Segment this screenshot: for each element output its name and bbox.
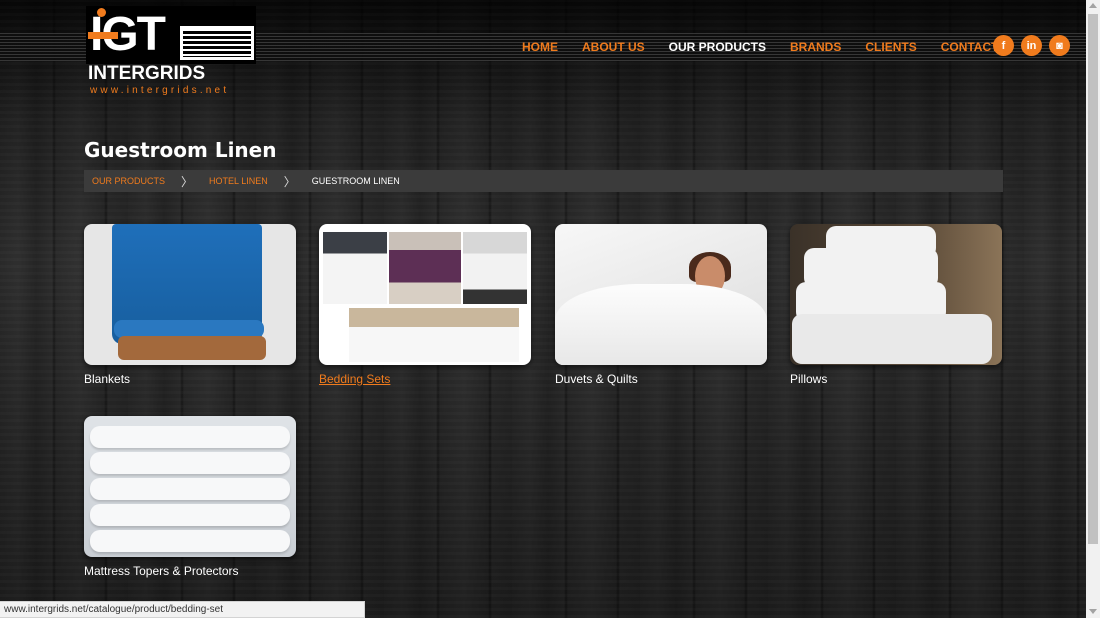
- product-label-pillows[interactable]: Pillows: [790, 372, 1002, 386]
- chevron-right-icon: 〉: [283, 174, 296, 189]
- nav-home[interactable]: HOME: [522, 40, 558, 54]
- scroll-up-icon[interactable]: [1089, 3, 1097, 8]
- site-logo[interactable]: IGT INTERGRIDS www.intergrids.net: [86, 6, 261, 98]
- logo-wordmark: INTERGRIDS: [88, 63, 206, 84]
- facebook-icon[interactable]: f: [993, 35, 1014, 56]
- product-card-bedding-sets[interactable]: Bedding Sets: [319, 224, 531, 386]
- product-image-pillows[interactable]: [790, 224, 1002, 365]
- nav-contact[interactable]: CONTACT: [941, 40, 999, 54]
- breadcrumb-our-products[interactable]: OUR PRODUCTS: [92, 176, 165, 186]
- product-image-mattress-topers[interactable]: [84, 416, 296, 557]
- product-label-bedding-sets[interactable]: Bedding Sets: [319, 372, 531, 386]
- nav-our-products[interactable]: OUR PRODUCTS: [669, 40, 766, 54]
- product-image-duvets-quilts[interactable]: [555, 224, 767, 365]
- breadcrumb-current: GUESTROOM LINEN: [311, 176, 400, 186]
- logo-mark: IGT: [86, 6, 256, 64]
- scrollbar-thumb[interactable]: [1088, 14, 1098, 544]
- product-label-mattress-topers[interactable]: Mattress Topers & Protectors: [84, 564, 296, 578]
- logo-grid-graphic: [180, 26, 254, 60]
- breadcrumb: OUR PRODUCTS 〉 HOTEL LINEN 〉 GUESTROOM L…: [84, 170, 1003, 192]
- main-nav: HOME ABOUT US OUR PRODUCTS BRANDS CLIENT…: [522, 40, 1022, 54]
- nav-clients[interactable]: CLIENTS: [865, 40, 916, 54]
- product-card-mattress-topers[interactable]: Mattress Topers & Protectors: [84, 416, 296, 578]
- breadcrumb-hotel-linen[interactable]: HOTEL LINEN: [209, 176, 268, 186]
- site-header: IGT INTERGRIDS www.intergrids.net HOME A…: [0, 0, 1086, 100]
- social-links: f in ◙: [993, 35, 1077, 56]
- product-card-blankets[interactable]: Blankets: [84, 224, 296, 386]
- product-label-duvets-quilts[interactable]: Duvets & Quilts: [555, 372, 767, 386]
- product-card-duvets-quilts[interactable]: Duvets & Quilts: [555, 224, 767, 386]
- logo-bar: [88, 32, 118, 39]
- nav-brands[interactable]: BRANDS: [790, 40, 841, 54]
- chevron-right-icon: 〉: [181, 174, 194, 189]
- nav-about-us[interactable]: ABOUT US: [582, 40, 645, 54]
- logo-url: www.intergrids.net: [90, 85, 230, 96]
- logo-dot: [97, 8, 106, 17]
- linkedin-icon[interactable]: in: [1021, 35, 1042, 56]
- vertical-scrollbar[interactable]: [1086, 0, 1100, 618]
- status-bar-url: www.intergrids.net/catalogue/product/bed…: [0, 601, 365, 618]
- page-title: Guestroom Linen: [84, 138, 277, 162]
- product-image-blankets[interactable]: [84, 224, 296, 365]
- instagram-icon[interactable]: ◙: [1049, 35, 1070, 56]
- product-card-pillows[interactable]: Pillows: [790, 224, 1002, 386]
- product-image-bedding-sets[interactable]: [319, 224, 531, 365]
- scroll-down-icon[interactable]: [1089, 609, 1097, 614]
- product-label-blankets[interactable]: Blankets: [84, 372, 296, 386]
